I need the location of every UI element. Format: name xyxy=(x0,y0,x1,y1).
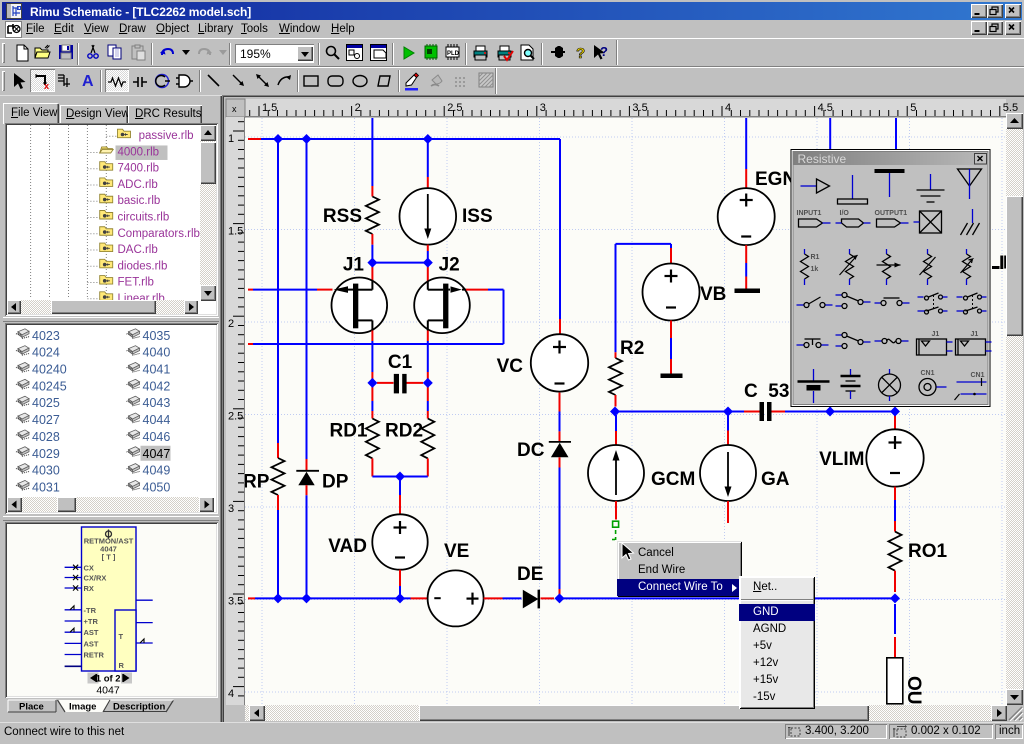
svg-text:R2: R2 xyxy=(620,338,644,359)
svg-text:4046: 4046 xyxy=(143,430,171,444)
svg-text:2: 2 xyxy=(355,102,361,114)
svg-text:RX: RX xyxy=(84,584,94,593)
svg-text:VE: VE xyxy=(444,541,469,562)
svg-text:4024: 4024 xyxy=(32,346,60,360)
svg-text:J1: J1 xyxy=(971,331,979,338)
svg-text:1.5: 1.5 xyxy=(262,102,277,114)
svg-text:4031: 4031 xyxy=(32,480,60,494)
svg-text:Image: Image xyxy=(69,702,96,713)
svg-text:4043: 4043 xyxy=(143,396,171,410)
svg-text:CN1: CN1 xyxy=(971,372,985,379)
svg-text:GA: GA xyxy=(761,469,790,490)
svg-text:1k: 1k xyxy=(811,266,819,273)
svg-text:4: 4 xyxy=(228,688,234,700)
svg-text:2.5: 2.5 xyxy=(228,411,243,423)
svg-text:OU: OU xyxy=(903,676,924,705)
svg-text:3: 3 xyxy=(540,102,546,114)
svg-text:T: T xyxy=(119,632,124,641)
svg-text:40245: 40245 xyxy=(32,379,67,393)
svg-text:1 of 2: 1 of 2 xyxy=(96,674,121,685)
svg-text:x: x xyxy=(232,104,237,114)
svg-text:4040: 4040 xyxy=(143,346,171,360)
svg-text:RSS: RSS xyxy=(323,206,362,227)
svg-text:R: R xyxy=(119,661,125,670)
svg-text:3: 3 xyxy=(228,503,234,515)
svg-text:4042: 4042 xyxy=(143,379,171,393)
svg-text:Place: Place xyxy=(19,702,44,713)
svg-text:VAD: VAD xyxy=(328,536,367,557)
svg-text:4047: 4047 xyxy=(96,685,120,697)
svg-text:4000.rlb: 4000.rlb xyxy=(118,146,160,158)
svg-text:4.5: 4.5 xyxy=(818,102,833,114)
svg-text:3.5: 3.5 xyxy=(228,596,243,608)
svg-text:RD1: RD1 xyxy=(329,421,367,442)
svg-text:J1: J1 xyxy=(343,255,365,276)
svg-text:DE: DE xyxy=(517,564,543,585)
svg-text:2: 2 xyxy=(228,318,234,330)
svg-text:C 53: C 53 xyxy=(744,381,789,402)
svg-text:circuits.rlb: circuits.rlb xyxy=(118,212,170,224)
svg-text:CN1: CN1 xyxy=(921,370,935,377)
svg-text:CX/RX: CX/RX xyxy=(84,574,107,583)
svg-text:R1: R1 xyxy=(811,254,820,261)
svg-text:4029: 4029 xyxy=(32,447,60,461)
svg-text:FET.rlb: FET.rlb xyxy=(118,277,154,289)
svg-text:4027: 4027 xyxy=(32,413,60,427)
svg-text:4050: 4050 xyxy=(143,480,171,494)
svg-text:4028: 4028 xyxy=(32,430,60,444)
svg-text:I/O: I/O xyxy=(840,210,850,217)
svg-text:CX: CX xyxy=(84,563,94,572)
svg-text:DP: DP xyxy=(322,472,349,493)
svg-text:-TR: -TR xyxy=(84,606,97,615)
svg-text:4025: 4025 xyxy=(32,396,60,410)
svg-text:DC: DC xyxy=(517,440,545,461)
svg-text:C1: C1 xyxy=(388,352,413,373)
svg-text:RP: RP xyxy=(243,472,270,493)
svg-text:4: 4 xyxy=(725,102,731,114)
svg-text:AST: AST xyxy=(84,628,99,637)
svg-text:Resistive: Resistive xyxy=(798,152,847,166)
svg-text:40240: 40240 xyxy=(32,363,67,377)
svg-text:VC: VC xyxy=(497,356,524,377)
svg-text:4041: 4041 xyxy=(143,363,171,377)
svg-text:2.5: 2.5 xyxy=(447,102,462,114)
svg-text:4035: 4035 xyxy=(143,329,171,343)
svg-text:VB: VB xyxy=(700,284,726,305)
svg-text:4049: 4049 xyxy=(143,464,171,478)
svg-text:RETR: RETR xyxy=(84,651,105,660)
svg-text:Comparators.rlb: Comparators.rlb xyxy=(118,228,200,240)
svg-text:7400.rlb: 7400.rlb xyxy=(118,163,160,175)
svg-text:1: 1 xyxy=(228,133,234,145)
svg-text:OUTPUT1: OUTPUT1 xyxy=(875,210,908,217)
svg-text:4044: 4044 xyxy=(143,413,171,427)
svg-text:RO1: RO1 xyxy=(908,541,948,562)
svg-text:INPUT1: INPUT1 xyxy=(797,210,822,217)
svg-text:VLIM: VLIM xyxy=(819,449,864,470)
svg-text:RD2: RD2 xyxy=(385,421,423,442)
svg-text:ADC.rlb: ADC.rlb xyxy=(118,179,158,191)
svg-text:5: 5 xyxy=(910,102,916,114)
svg-text:diodes.rlb: diodes.rlb xyxy=(118,260,168,272)
svg-text:J2: J2 xyxy=(439,255,460,276)
svg-text:EGN: EGN xyxy=(755,169,796,190)
svg-text:basic.rlb: basic.rlb xyxy=(118,195,161,207)
svg-text:Description: Description xyxy=(113,702,165,713)
svg-text:4023: 4023 xyxy=(32,329,60,343)
svg-text:AST: AST xyxy=(84,639,99,648)
svg-text:passive.rlb: passive.rlb xyxy=(139,130,194,142)
svg-text:4047: 4047 xyxy=(143,447,171,461)
svg-text:DAC.rlb: DAC.rlb xyxy=(118,244,158,256)
svg-text:ISS: ISS xyxy=(462,206,493,227)
svg-text:1.5: 1.5 xyxy=(228,226,243,238)
svg-text:[ T ]: [ T ] xyxy=(102,553,116,562)
svg-text:J1: J1 xyxy=(932,331,940,338)
svg-text:GCM: GCM xyxy=(651,469,695,490)
svg-text:4030: 4030 xyxy=(32,464,60,478)
svg-text:+TR: +TR xyxy=(84,617,99,626)
svg-text:3.5: 3.5 xyxy=(632,102,647,114)
